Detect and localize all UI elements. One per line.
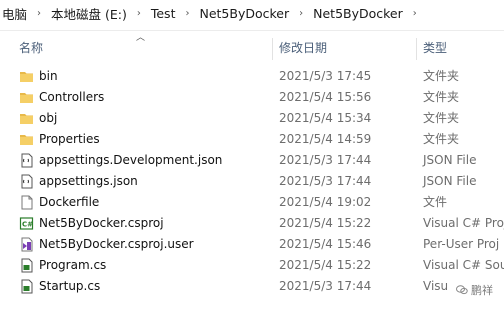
csharp-file-icon	[19, 279, 34, 294]
modified-date: 2021/5/4 15:22	[279, 216, 372, 230]
breadcrumb-item-drive[interactable]: 本地磁盘 (E:)	[49, 4, 129, 23]
list-item[interactable]: bin 2021/5/3 17:45 文件夹	[0, 66, 504, 87]
generic-file-icon	[19, 195, 34, 210]
folder-icon	[19, 90, 34, 105]
file-name: Program.cs	[39, 258, 107, 272]
list-item[interactable]: obj 2021/5/4 15:34 文件夹	[0, 108, 504, 129]
wechat-logo-icon	[456, 285, 468, 295]
chevron-right-icon[interactable]: ›	[29, 8, 49, 19]
breadcrumb-item-computer[interactable]: 电脑	[0, 4, 29, 23]
modified-date: 2021/5/4 19:02	[279, 195, 372, 209]
sort-ascending-icon: ︿	[136, 33, 146, 43]
file-type: Per-User Proj	[423, 237, 500, 251]
folder-icon	[19, 111, 34, 126]
modified-date: 2021/5/4 15:22	[279, 258, 372, 272]
breadcrumb-item-net5bydocker-current[interactable]: Net5ByDocker	[311, 6, 405, 21]
list-item[interactable]: Program.cs 2021/5/4 15:22 Visual C# Sou	[0, 255, 504, 276]
file-type: JSON File	[423, 174, 477, 188]
modified-date: 2021/5/3 17:44	[279, 174, 372, 188]
file-type: 文件夹	[423, 111, 460, 125]
file-type: Visu	[423, 279, 449, 293]
list-item[interactable]: Startup.cs 2021/5/3 17:44 Visu	[0, 276, 504, 297]
file-type: 文件夹	[423, 132, 460, 146]
watermark-text: 鹏祥	[471, 284, 493, 297]
file-name: obj	[39, 111, 58, 125]
modified-date: 2021/5/3 17:44	[279, 153, 372, 167]
column-header-type[interactable]: 类型	[423, 36, 447, 60]
list-item[interactable]: Controllers 2021/5/4 15:56 文件夹	[0, 87, 504, 108]
column-divider[interactable]	[272, 38, 273, 60]
file-name: Net5ByDocker.csproj	[39, 216, 164, 230]
breadcrumb-divider	[0, 30, 504, 31]
folder-icon	[19, 69, 34, 84]
file-name: Net5ByDocker.csproj.user	[39, 237, 194, 251]
chevron-right-icon[interactable]: ›	[405, 8, 425, 19]
file-name: Controllers	[39, 90, 105, 104]
modified-date: 2021/5/3 17:45	[279, 69, 372, 83]
modified-date: 2021/5/4 14:59	[279, 132, 372, 146]
modified-date: 2021/5/3 17:44	[279, 279, 372, 293]
modified-date: 2021/5/4 15:46	[279, 237, 372, 251]
breadcrumb-item-net5bydocker-parent[interactable]: Net5ByDocker	[197, 6, 291, 21]
file-name: appsettings.Development.json	[39, 153, 223, 167]
modified-date: 2021/5/4 15:34	[279, 111, 372, 125]
vs-user-file-icon	[19, 237, 34, 252]
file-type: 文件夹	[423, 90, 460, 104]
column-header-date[interactable]: 修改日期	[279, 36, 327, 60]
breadcrumb: 电脑 › 本地磁盘 (E:) › Test › Net5ByDocker › N…	[0, 0, 504, 26]
json-file-icon	[19, 174, 34, 189]
list-item[interactable]: Properties 2021/5/4 14:59 文件夹	[0, 129, 504, 150]
file-list: bin 2021/5/3 17:45 文件夹 Controllers 2021/…	[0, 66, 504, 297]
folder-icon	[19, 132, 34, 147]
svg-text:C#: C#	[22, 221, 33, 229]
chevron-right-icon[interactable]: ›	[177, 8, 197, 19]
list-item[interactable]: Net5ByDocker.csproj.user 2021/5/4 15:46 …	[0, 234, 504, 255]
chevron-right-icon[interactable]: ›	[291, 8, 311, 19]
modified-date: 2021/5/4 15:56	[279, 90, 372, 104]
watermark: 鹏祥	[456, 282, 493, 298]
file-name: appsettings.json	[39, 174, 138, 188]
csharp-project-icon: C#	[19, 216, 34, 231]
file-type: 文件夹	[423, 69, 460, 83]
file-type: Visual C# Sou	[423, 258, 504, 272]
file-type: JSON File	[423, 153, 477, 167]
column-header-bar: 名称 修改日期 类型	[0, 36, 504, 60]
file-name: Properties	[39, 132, 100, 146]
file-type: Visual C# Proj	[423, 216, 504, 230]
chevron-right-icon[interactable]: ›	[129, 8, 149, 19]
list-item[interactable]: Dockerfile 2021/5/4 19:02 文件	[0, 192, 504, 213]
csharp-file-icon	[19, 258, 34, 273]
file-type: 文件	[423, 195, 448, 209]
column-header-name[interactable]: 名称	[19, 36, 43, 60]
list-item[interactable]: C# Net5ByDocker.csproj 2021/5/4 15:22 Vi…	[0, 213, 504, 234]
list-item[interactable]: appsettings.Development.json 2021/5/3 17…	[0, 150, 504, 171]
file-name: Startup.cs	[39, 279, 101, 293]
column-divider[interactable]	[416, 38, 417, 60]
file-name: bin	[39, 69, 58, 83]
breadcrumb-item-test[interactable]: Test	[149, 6, 178, 21]
json-file-icon	[19, 153, 34, 168]
file-name: Dockerfile	[39, 195, 100, 209]
list-item[interactable]: appsettings.json 2021/5/3 17:44 JSON Fil…	[0, 171, 504, 192]
